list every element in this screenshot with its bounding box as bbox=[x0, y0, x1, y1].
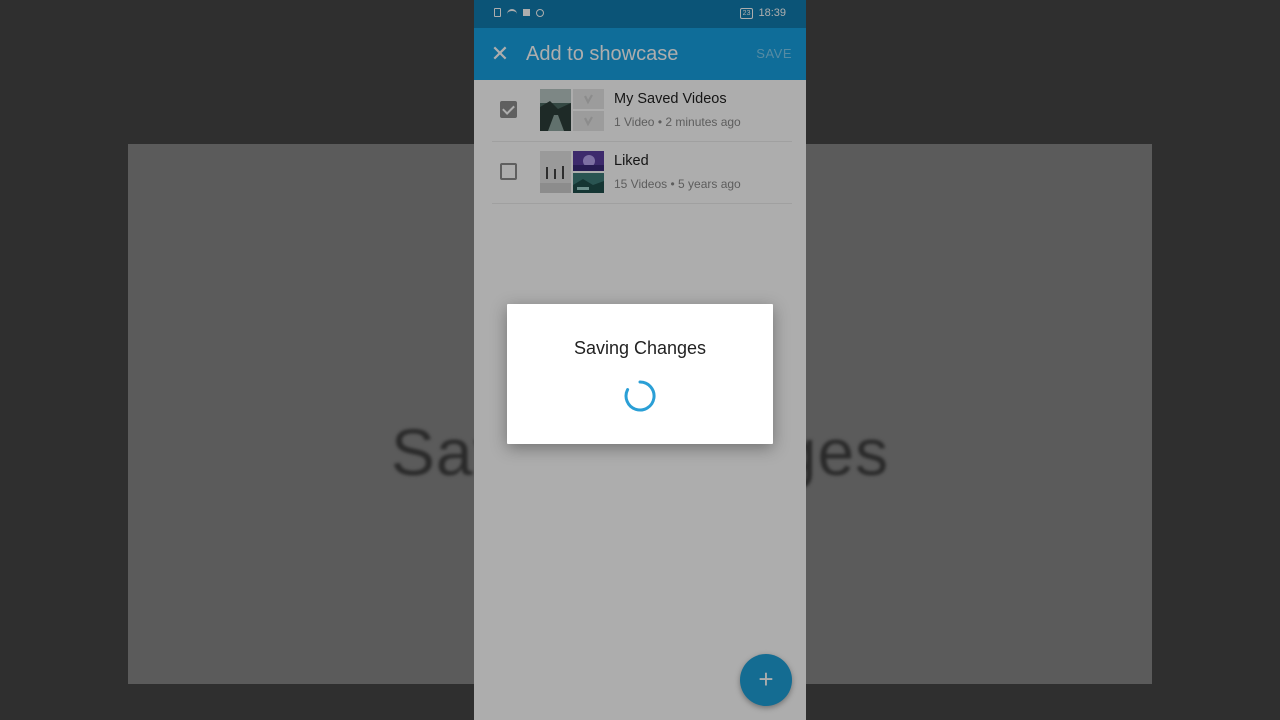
loading-spinner-icon bbox=[624, 380, 656, 412]
saving-dialog: Saving Changes bbox=[507, 304, 773, 444]
dialog-title: Saving Changes bbox=[573, 338, 707, 358]
